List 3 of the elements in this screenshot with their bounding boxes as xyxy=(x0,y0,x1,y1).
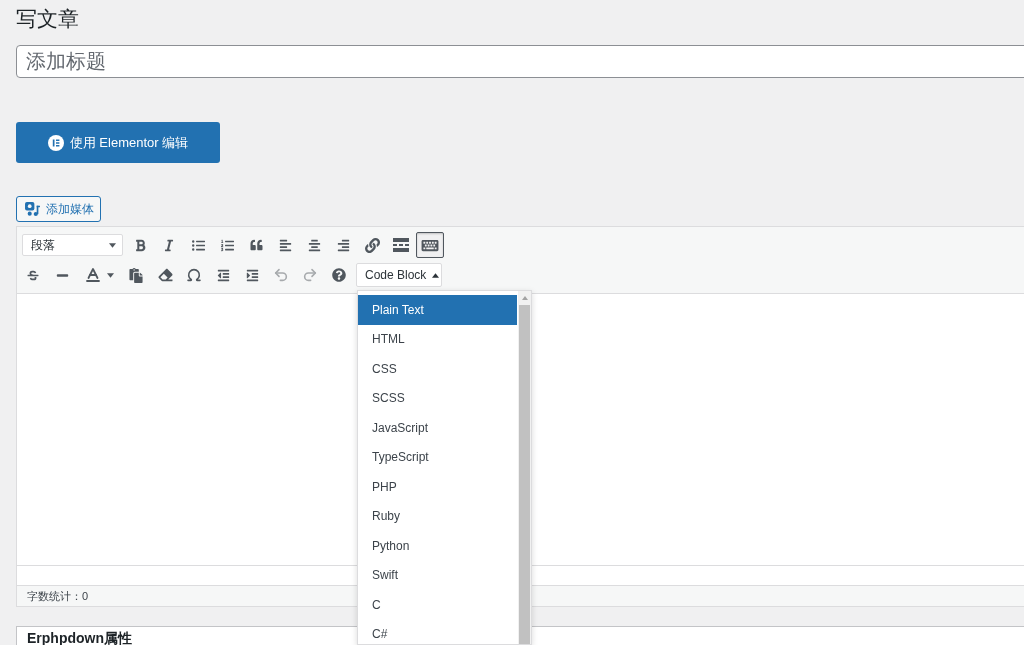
panel-title: Erphpdown属性 xyxy=(27,631,132,645)
word-count: 字数统计：0 xyxy=(27,588,89,604)
page-title: 写文章 xyxy=(16,6,79,32)
